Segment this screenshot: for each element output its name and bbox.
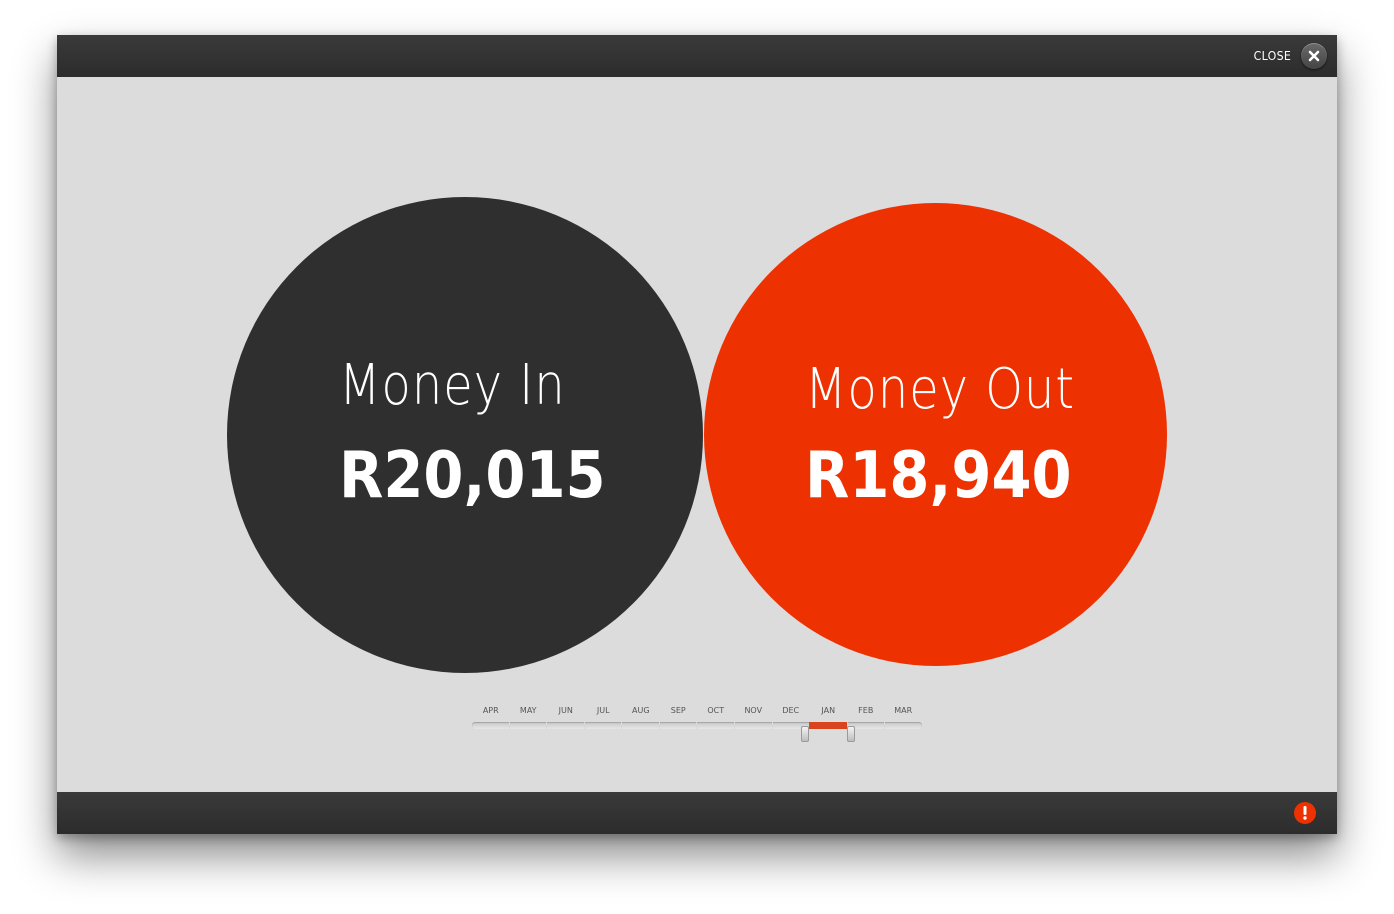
money-in-label: Money In <box>339 353 566 418</box>
money-in-circle[interactable] <box>227 197 703 673</box>
month-label-dec[interactable]: DEC <box>772 706 810 720</box>
money-out-amount: R18,940 <box>805 439 1072 513</box>
alert-icon[interactable] <box>1294 802 1316 824</box>
top-bar: CLOSE <box>57 35 1337 77</box>
money-out-circle[interactable] <box>704 203 1167 666</box>
month-labels: APR MAY JUN JUL AUG SEP OCT NOV DEC JAN … <box>472 706 922 720</box>
selected-range <box>809 722 847 729</box>
month-label-may[interactable]: MAY <box>510 706 548 720</box>
money-out-label: Money Out <box>805 357 1076 422</box>
month-label-mar[interactable]: MAR <box>885 706 923 720</box>
month-label-feb[interactable]: FEB <box>847 706 885 720</box>
range-end-handle[interactable] <box>847 726 855 742</box>
money-summary-window: CLOSE Money In R20,015 Money Out R18,940… <box>57 35 1337 834</box>
month-label-aug[interactable]: AUG <box>622 706 660 720</box>
close-label: CLOSE <box>1253 49 1292 63</box>
bottom-bar <box>57 792 1337 834</box>
month-label-jun[interactable]: JUN <box>547 706 585 720</box>
month-range-slider[interactable]: APR MAY JUN JUL AUG SEP OCT NOV DEC JAN … <box>472 706 922 746</box>
month-label-nov[interactable]: NOV <box>735 706 773 720</box>
money-in-amount: R20,015 <box>339 439 606 513</box>
close-button[interactable]: CLOSE <box>1252 42 1327 70</box>
range-start-handle[interactable] <box>801 726 809 742</box>
month-label-oct[interactable]: OCT <box>697 706 735 720</box>
month-label-sep[interactable]: SEP <box>660 706 698 720</box>
month-label-jul[interactable]: JUL <box>585 706 623 720</box>
close-icon[interactable] <box>1301 43 1327 69</box>
month-label-apr[interactable]: APR <box>472 706 510 720</box>
month-label-jan[interactable]: JAN <box>810 706 848 720</box>
